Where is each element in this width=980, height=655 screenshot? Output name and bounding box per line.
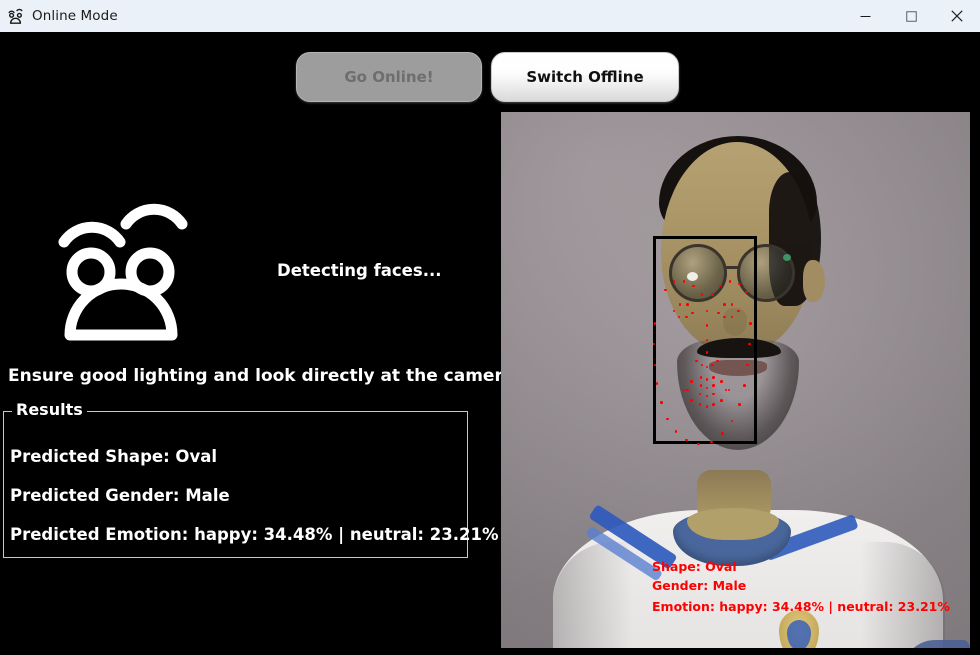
minimize-icon	[860, 15, 870, 17]
window-controls	[842, 0, 980, 32]
predicted-shape-text: Predicted Shape: Oval	[10, 447, 217, 466]
minimize-button[interactable]	[842, 0, 888, 32]
predicted-emotion-text: Predicted Emotion: happy: 34.48% | neutr…	[10, 525, 499, 544]
detection-status-text: Detecting faces...	[277, 261, 442, 280]
maximize-button[interactable]	[888, 0, 934, 32]
window-title: Online Mode	[32, 8, 118, 24]
face-outline-logo	[48, 196, 193, 344]
results-legend-label: Results	[12, 400, 87, 420]
overlay-emotion-text: Emotion: happy: 34.48% | neutral: 23.21%	[652, 599, 950, 614]
overlay-gender-text: Gender: Male	[652, 578, 747, 593]
webcam-preview[interactable]: das team Shape: Oval Gender: Male Emotio…	[501, 112, 970, 655]
close-button[interactable]	[934, 0, 980, 32]
close-icon	[951, 10, 963, 22]
app-window: Online Mode Go Online! Switch Offline De…	[0, 0, 980, 655]
video-bottom-letterbox	[501, 648, 970, 655]
overlay-shape-text: Shape: Oval	[652, 559, 737, 574]
switch-offline-button[interactable]: Switch Offline	[491, 52, 679, 102]
face-app-icon	[6, 6, 26, 26]
predicted-gender-text: Predicted Gender: Male	[10, 486, 230, 505]
lighting-hint-text: Ensure good lighting and look directly a…	[8, 366, 521, 386]
title-bar: Online Mode	[0, 0, 980, 32]
maximize-icon	[905, 10, 917, 22]
go-online-button[interactable]: Go Online!	[296, 52, 482, 102]
